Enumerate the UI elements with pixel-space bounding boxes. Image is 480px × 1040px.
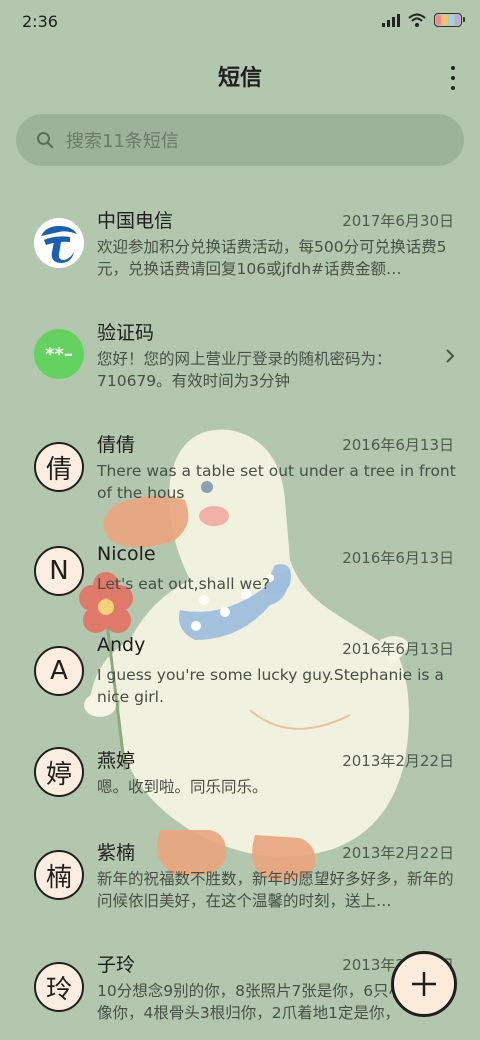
signal-icon xyxy=(382,13,400,27)
conversation-preview: Let's eat out,shall we? xyxy=(97,575,270,593)
avatar: 玲 xyxy=(34,962,84,1012)
search-placeholder: 搜索11条短信 xyxy=(66,131,179,152)
conversation-preview: 您好！您的网上营业厅登录的随机密码为：710679。有效时间为3分钟 xyxy=(97,350,392,390)
search-input[interactable]: 搜索11条短信 xyxy=(16,114,464,166)
conversation-item[interactable]: 楠 紫楠 2013年2月22日 新年的祝福数不胜数，新年的愿望好多好多，新年的问… xyxy=(0,838,480,920)
conversation-item[interactable]: A Andy 2016年6月13日 I guess you're some lu… xyxy=(0,634,480,716)
avatar: 倩 xyxy=(34,442,84,492)
more-dot-icon xyxy=(451,76,455,80)
conversation-date: 2016年6月13日 xyxy=(342,436,454,454)
conversation-item[interactable]: 中国电信 2017年6月30日 欢迎参加积分兑换话费活动，每500分可兑换话费5… xyxy=(0,206,480,288)
conversation-date: 2017年6月30日 xyxy=(342,212,454,230)
conversation-preview: 欢迎参加积分兑换话费活动，每500分可兑换话费5元，兑换话费请回复106或jfd… xyxy=(97,238,447,278)
conversation-name: 倩倩 xyxy=(97,434,136,456)
conversation-date: 2016年6月13日 xyxy=(342,549,454,567)
more-dot-icon xyxy=(451,86,455,90)
new-message-button[interactable] xyxy=(391,951,457,1017)
conversation-date: 2013年2月22日 xyxy=(342,844,454,862)
conversation-item[interactable]: 婷 燕婷 2013年2月22日 嗯。收到啦。同乐同乐。 xyxy=(0,746,480,816)
conversation-preview: I guess you're some lucky guy.Stephanie … xyxy=(97,666,444,706)
status-icons xyxy=(382,13,465,27)
page-title: 短信 xyxy=(217,66,262,91)
avatar: 楠 xyxy=(34,850,84,900)
avatar: 婷 xyxy=(34,747,84,797)
conversation-name: 紫楠 xyxy=(97,842,136,864)
conversation-name: Andy xyxy=(97,634,146,656)
conversation-name: 燕婷 xyxy=(97,750,136,772)
conversation-date: 2016年6月13日 xyxy=(342,640,454,658)
plus-icon xyxy=(412,972,436,996)
avatar: A xyxy=(34,646,84,696)
chevron-right-icon[interactable] xyxy=(444,348,456,364)
wifi-icon xyxy=(408,13,426,27)
avatar: N xyxy=(34,546,84,596)
more-dot-icon xyxy=(451,66,455,70)
conversation-preview: 新年的祝福数不胜数，新年的愿望好多好多，新年的问候依旧美好，在这个温馨的时刻，送… xyxy=(97,870,454,910)
status-bar: 2:36 xyxy=(0,0,480,44)
conversation-item[interactable]: 倩 倩倩 2016年6月13日 There was a table set ou… xyxy=(0,430,480,512)
conversation-item[interactable]: N Nicole 2016年6月13日 Let's eat out,shall … xyxy=(0,543,480,613)
conversation-item[interactable]: **– 验证码 您好！您的网上营业厅登录的随机密码为：710679。有效时间为3… xyxy=(0,318,480,400)
conversation-preview: 嗯。收到啦。同乐同乐。 xyxy=(97,778,268,796)
conversation-name: 中国电信 xyxy=(97,210,174,232)
avatar: **– xyxy=(34,329,84,379)
conversation-date: 2013年2月22日 xyxy=(342,752,454,770)
china-telecom-logo-icon xyxy=(34,218,84,268)
more-options-button[interactable] xyxy=(448,66,458,90)
status-time: 2:36 xyxy=(22,12,58,31)
search-icon xyxy=(37,132,54,149)
conversation-preview: There was a table set out under a tree i… xyxy=(97,462,456,502)
conversation-name: 验证码 xyxy=(97,322,155,344)
conversation-name: 子玲 xyxy=(97,954,136,976)
conversation-name: Nicole xyxy=(97,543,156,565)
battery-icon xyxy=(434,13,465,27)
